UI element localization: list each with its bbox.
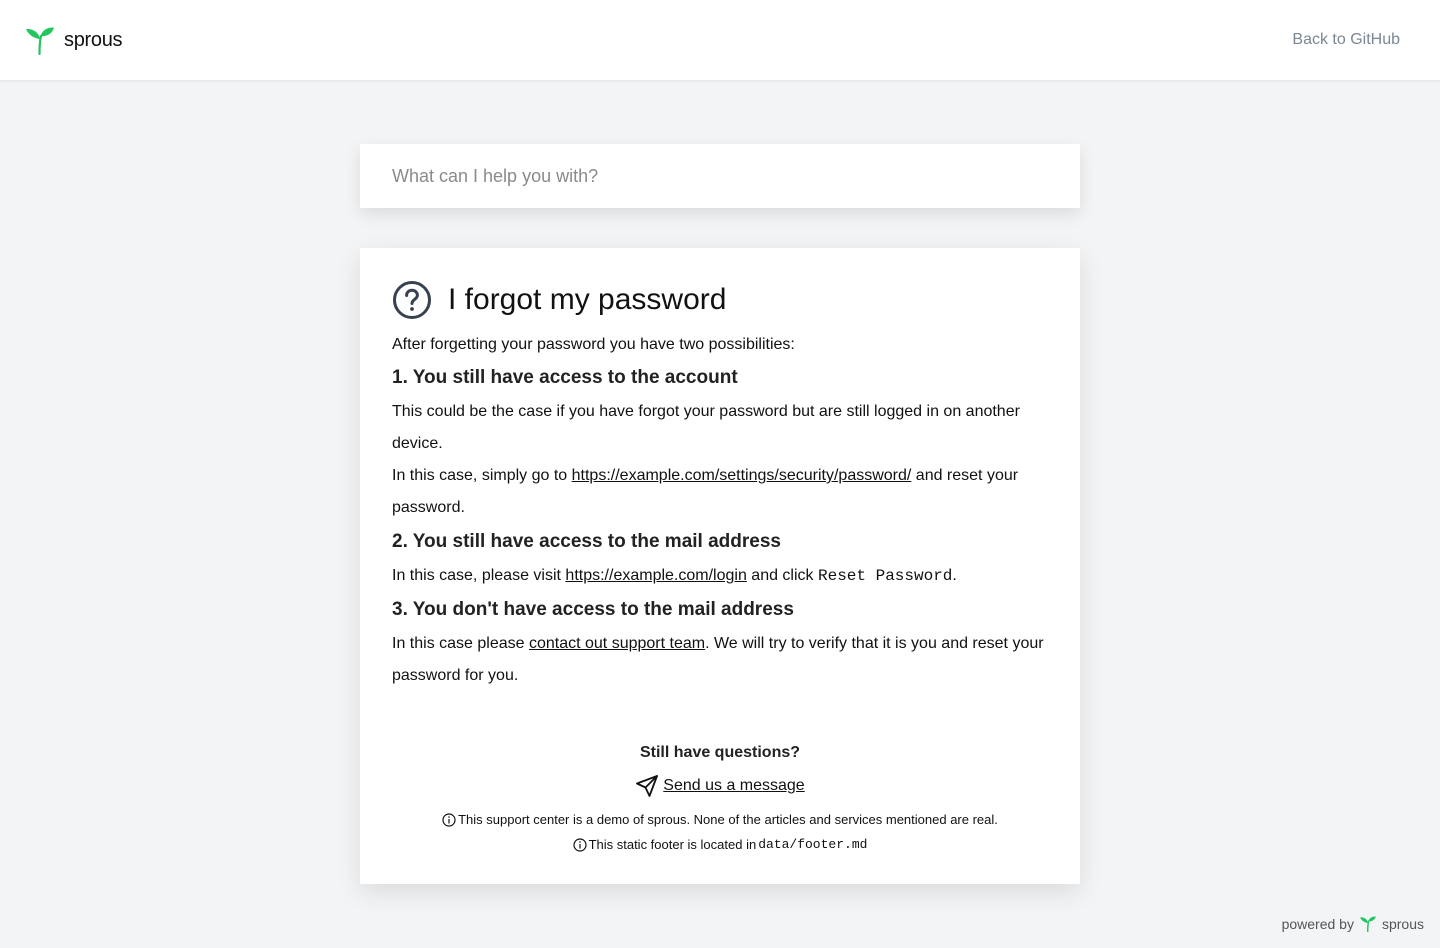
info-circle-icon [572,838,587,852]
brand-name: sprous [64,28,123,51]
powered-by-link[interactable]: powered by sprous [1282,915,1424,932]
article-footer: Still have questions? Send us a message … [392,742,1048,854]
search-input[interactable] [360,144,1080,208]
info-circle-icon [442,813,456,827]
send-message-link[interactable]: Send us a message [663,777,804,795]
sprout-icon [1360,916,1376,932]
paper-plane-icon [636,775,659,797]
article-title: I forgot my password [448,283,727,316]
section-mail-access: 2. You still have access to the mail add… [392,530,1048,592]
section-account-access: 1. You still have access to the account … [392,366,1048,524]
footer-path-code: data/footer.md [758,837,868,852]
section-no-mail-access: 3. You don't have access to the mail add… [392,598,1048,692]
section-paragraph: This could be the case if you have forgo… [392,403,1020,452]
search-box [360,144,1080,208]
back-to-github-link[interactable]: Back to GitHub [1292,31,1400,49]
article-intro: After forgetting your password you have … [392,336,795,353]
send-message-row: Send us a message [635,774,805,798]
footer-location-notice: This static footer is located in data/fo… [392,836,1048,854]
section-paragraph: In this case, please visit https://examp… [392,567,957,585]
section-heading: 1. You still have access to the account [392,367,738,388]
section-heading: 3. You don't have access to the mail add… [392,599,794,620]
powered-by-label: powered by [1281,915,1354,932]
section-paragraph: In this case please contact out support … [392,635,1044,684]
powered-by-brand: sprous [1381,915,1424,932]
still-have-questions-label: Still have questions? [639,744,801,761]
question-circle-icon [393,281,431,319]
sprout-icon [26,27,54,55]
article-card: I forgot my password After forgetting yo… [360,248,1080,884]
password-settings-link[interactable]: https://example.com/settings/security/pa… [572,467,912,484]
section-paragraph: In this case, simply go to https://examp… [392,467,1019,516]
login-link[interactable]: https://example.com/login [565,567,746,584]
section-heading: 2. You still have access to the mail add… [392,531,781,552]
article-header: I forgot my password [392,280,1048,320]
demo-notice: This support center is a demo of sprous.… [392,811,1048,829]
contact-support-link[interactable]: contact out support team [529,635,705,652]
brand-logo-link[interactable]: sprous [24,25,123,55]
top-bar: sprous Back to GitHub [0,0,1440,80]
reset-password-code: Reset Password [817,567,953,585]
